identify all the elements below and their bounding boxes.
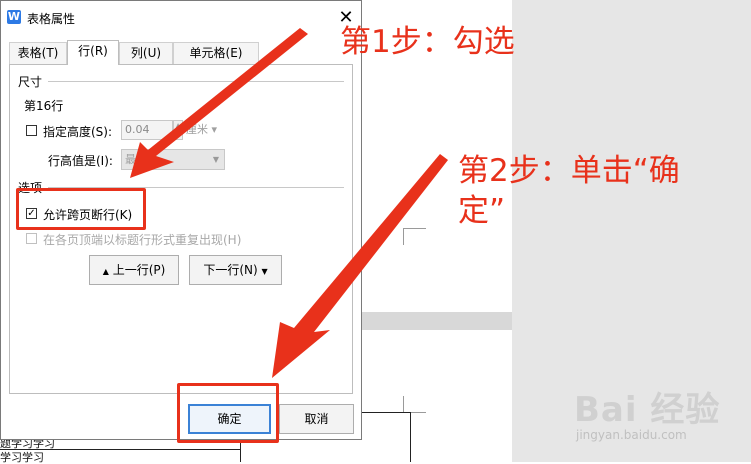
tab-table[interactable]: 表格(T) [9, 42, 67, 64]
size-section-label: 尺寸 [18, 73, 47, 90]
specify-height-checkbox[interactable] [26, 125, 37, 136]
annotation-step2-line1: 第2步：单击“确 [458, 153, 680, 189]
height-mode-select[interactable]: 最 ▼ [121, 149, 225, 170]
previous-row-label: 上一行(P) [112, 263, 166, 277]
watermark-brand: Bai 经验 [574, 390, 721, 430]
dialog-title: 表格属性 [27, 12, 76, 26]
dialog-titlebar[interactable]: W 表格属性 ✕ [1, 1, 361, 33]
next-row-button[interactable]: 下一行(N) ▼ [189, 255, 282, 285]
height-unit-value: 厘米 [186, 123, 208, 136]
height-mode-value: 最 [125, 153, 136, 166]
table-border [360, 412, 410, 413]
crop-mark [403, 228, 426, 245]
wps-app-icon: W [7, 10, 21, 24]
row-height-input[interactable]: 0.04 [121, 120, 173, 140]
row-height-spinner[interactable]: ▲ ▼ [173, 120, 183, 140]
cancel-button[interactable]: 取消 [279, 404, 354, 434]
tab-column[interactable]: 列(U) [119, 42, 173, 64]
highlight-box-checkbox [16, 188, 146, 230]
annotation-step2-line2: 定” [458, 193, 506, 229]
row-number-label: 第16行 [24, 99, 64, 113]
triangle-up-icon: ▲ [102, 267, 109, 276]
triangle-down-icon: ▼ [261, 267, 268, 276]
baidu-watermark: Bai 经验 jingyan.baidu.com [574, 382, 744, 452]
repeat-header-label: 在各页顶端以标题行形式重复出现(H) [43, 233, 242, 247]
section-divider [48, 81, 344, 82]
next-row-label: 下一行(N) [203, 263, 258, 277]
chevron-down-icon: ▼ [212, 155, 219, 164]
watermark-url: jingyan.baidu.com [576, 428, 687, 442]
tab-cell[interactable]: 单元格(E) [173, 42, 259, 64]
previous-row-button[interactable]: ▲ 上一行(P) [89, 255, 179, 285]
repeat-header-checkbox[interactable] [26, 233, 37, 244]
height-mode-label: 行高值是(I): [48, 154, 113, 168]
specify-height-label: 指定高度(S): [43, 125, 113, 139]
highlight-box-ok-button [177, 383, 279, 443]
table-border [410, 412, 411, 462]
document-text: 学习学习 [0, 451, 44, 464]
height-unit-select[interactable]: 厘米 ▾ [186, 120, 217, 140]
annotation-step1: 第1步：勾选 [340, 24, 515, 60]
crop-mark [403, 396, 426, 413]
tab-row[interactable]: 行(R) [67, 40, 119, 65]
